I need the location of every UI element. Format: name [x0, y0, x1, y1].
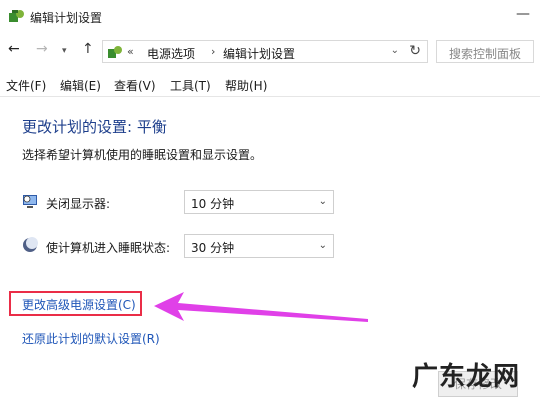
chevron-down-icon: ⌄: [318, 196, 327, 207]
window-title: 编辑计划设置: [30, 11, 103, 25]
breadcrumb-overflow[interactable]: «: [127, 45, 134, 58]
monitor-icon: [23, 195, 37, 208]
page-description: 选择希望计算机使用的睡眠设置和显示设置。: [22, 148, 263, 162]
turn-off-display-value: 10 分钟: [191, 197, 235, 211]
sleep-select[interactable]: 30 分钟 ⌄: [184, 234, 334, 258]
address-bar[interactable]: « 电源选项 › 编辑计划设置 ⌄ ↻: [102, 40, 428, 63]
divider: [0, 96, 540, 97]
menu-tools[interactable]: 工具(T): [170, 77, 211, 94]
search-input[interactable]: 搜索控制面板: [436, 40, 534, 63]
minimize-button[interactable]: —: [516, 6, 530, 22]
menu-file[interactable]: 文件(F): [6, 77, 46, 94]
menu-bar: 文件(F) 编辑(E) 查看(V) 工具(T) 帮助(H): [0, 74, 540, 94]
forward-button[interactable]: →: [36, 42, 48, 56]
sleep-label: 使计算机进入睡眠状态:: [46, 241, 171, 255]
menu-help[interactable]: 帮助(H): [225, 77, 267, 94]
power-options-icon: [9, 10, 24, 22]
sleep-value: 30 分钟: [191, 241, 235, 255]
pointer-arrow-icon: [154, 292, 368, 322]
recent-locations-dropdown[interactable]: ▾: [62, 44, 67, 58]
advanced-power-settings-link[interactable]: 更改高级电源设置(C): [22, 296, 136, 313]
breadcrumb-separator-icon[interactable]: ›: [211, 45, 215, 58]
breadcrumb-edit-plan[interactable]: 编辑计划设置: [223, 45, 295, 62]
title-bar: 编辑计划设置 —: [0, 0, 540, 32]
moon-icon: [23, 237, 38, 252]
page-title: 更改计划的设置: 平衡: [22, 118, 167, 136]
menu-view[interactable]: 查看(V): [114, 77, 156, 94]
chevron-down-icon: ⌄: [318, 240, 327, 251]
restore-defaults-link[interactable]: 还原此计划的默认设置(R): [22, 330, 160, 347]
power-options-icon: [108, 46, 122, 58]
turn-off-display-select[interactable]: 10 分钟 ⌄: [184, 190, 334, 214]
breadcrumb-power-options[interactable]: 电源选项: [147, 45, 195, 62]
menu-edit[interactable]: 编辑(E): [60, 77, 101, 94]
watermark-logo: 广东龙网: [412, 362, 521, 392]
search-placeholder: 搜索控制面板: [449, 47, 522, 61]
chevron-down-icon[interactable]: ⌄: [391, 45, 399, 56]
back-button[interactable]: ←: [8, 42, 20, 56]
up-button[interactable]: ↑: [82, 42, 94, 56]
turn-off-display-label: 关闭显示器:: [46, 197, 111, 211]
refresh-icon[interactable]: ↻: [409, 43, 421, 59]
